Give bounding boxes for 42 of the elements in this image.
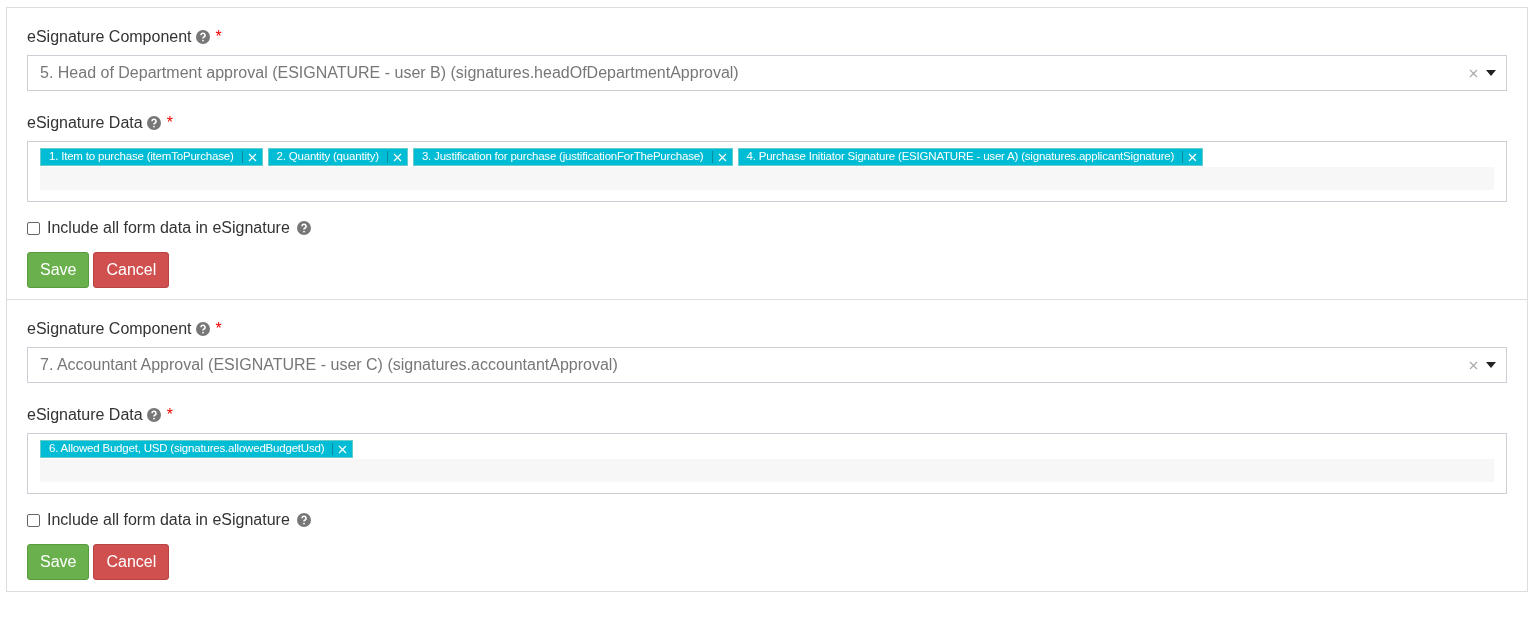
field-label: eSignature Data: [27, 113, 143, 133]
tag-input[interactable]: [40, 167, 1494, 190]
tag: 6. Allowed Budget, USD (signatures.allowedBudgetUsd): [40, 440, 354, 458]
help-icon[interactable]: [296, 513, 311, 527]
checkbox-label: Include all form data in eSignature: [47, 218, 290, 238]
required-asterisk: *: [166, 405, 173, 425]
help-icon[interactable]: [146, 408, 161, 422]
save-button[interactable]: Save: [27, 252, 90, 288]
clear-icon[interactable]: [1469, 68, 1478, 78]
remove-icon[interactable]: [1188, 152, 1198, 162]
help-icon[interactable]: [146, 116, 161, 130]
tag-input[interactable]: [40, 459, 1494, 482]
remove-icon[interactable]: [338, 444, 348, 454]
tag: 1. Item to purchase (itemToPurchase): [40, 148, 263, 166]
required-asterisk: *: [166, 113, 173, 133]
help-icon[interactable]: [296, 221, 311, 235]
checkbox[interactable]: [27, 513, 40, 527]
tag: 2. Quantity (quantity): [267, 148, 408, 166]
save-button[interactable]: Save: [27, 544, 90, 580]
remove-icon[interactable]: [717, 152, 727, 162]
cancel-button[interactable]: Cancel: [93, 252, 170, 288]
select-field[interactable]: 5. Head of Department approval (ESIGNATURE - user B) (signatures.headOfDepartmentApproval): [27, 55, 1507, 91]
help-icon[interactable]: [195, 30, 210, 44]
caret-icon[interactable]: [1486, 362, 1496, 368]
remove-icon[interactable]: [392, 152, 402, 162]
tags-field[interactable]: 6. Allowed Budget, USD (signatures.allowedBudgetUsd): [27, 433, 1507, 494]
tags-field[interactable]: [27, 141, 1507, 202]
field-label: eSignature Component: [27, 319, 192, 339]
clear-icon[interactable]: [1469, 360, 1478, 370]
required-asterisk: *: [215, 27, 222, 47]
field-label: eSignature Data: [27, 405, 143, 425]
tag: 4. Purchase Initiator Signature (ESIGNATURE - user A) (signatures.applicantSignature): [737, 148, 1204, 166]
checkbox-label: Include all form data in eSignature: [47, 510, 290, 530]
required-asterisk: *: [215, 319, 222, 339]
field-label: eSignature Component: [27, 27, 192, 47]
select-field[interactable]: 7. Accountant Approval (ESIGNATURE - user C) (signatures.accountantApproval): [27, 347, 1507, 383]
help-icon[interactable]: [195, 322, 210, 336]
remove-icon[interactable]: [247, 152, 257, 162]
cancel-button[interactable]: Cancel: [93, 544, 170, 580]
tag: 3. Justification for purchase (justificationForThePurchase): [412, 148, 733, 166]
caret-icon[interactable]: [1486, 70, 1496, 76]
checkbox[interactable]: [27, 221, 40, 235]
